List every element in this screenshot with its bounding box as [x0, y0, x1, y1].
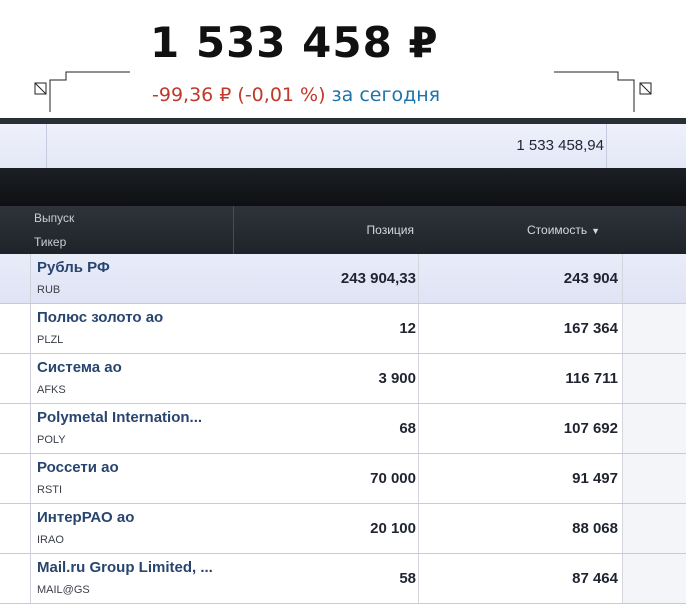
portfolio-summary: 1 533 458 ₽ -99,36 ₽ (-0,01 %) за сегодн… [0, 0, 686, 118]
row-divider [418, 504, 419, 553]
security-name[interactable]: Mail.ru Group Limited, ... [37, 559, 213, 576]
totals-row: 1 533 458,94 [0, 124, 686, 169]
row-divider [622, 404, 623, 453]
table-row[interactable]: Mail.ru Group Limited, ... MAIL@GS 58 87… [0, 554, 686, 604]
table-toolbar [0, 168, 686, 206]
security-value: 88 068 [572, 520, 618, 537]
security-value: 107 692 [563, 420, 618, 437]
totals-row-value: 1 533 458,94 [516, 137, 604, 154]
row-divider [418, 254, 419, 303]
decorative-corner-left-icon [34, 71, 130, 112]
row-divider [622, 254, 623, 303]
holdings-table: Рубль РФ RUB 243 904,33 243 904 Полюс зо… [0, 254, 686, 604]
security-name[interactable]: Россети ао [37, 459, 119, 476]
header-divider [233, 206, 234, 254]
security-position: 20 100 [370, 520, 416, 537]
table-row[interactable]: Polymetal Internation... POLY 68 107 692 [0, 404, 686, 454]
row-divider [622, 304, 623, 353]
column-header-value-label: Стоимость [527, 223, 588, 237]
table-row[interactable]: Рубль РФ RUB 243 904,33 243 904 [0, 254, 686, 304]
triangle-down-icon[interactable]: ▼ [591, 226, 600, 236]
decorative-corner-right-icon [554, 71, 652, 112]
security-ticker: POLY [37, 434, 66, 446]
row-lead-cell [0, 354, 31, 403]
row-divider [622, 554, 623, 603]
table-header: Выпуск Тикер Позиция Стоимость ▼ [0, 206, 686, 254]
totals-row-lead-cell [0, 124, 47, 168]
security-name[interactable]: Рубль РФ [37, 259, 110, 276]
security-position: 68 [399, 420, 416, 437]
security-value: 167 364 [563, 320, 618, 337]
row-divider [418, 454, 419, 503]
column-header-issue[interactable]: Выпуск [34, 211, 74, 225]
row-divider [418, 554, 419, 603]
row-trailing-cell [623, 354, 686, 403]
row-trailing-cell [623, 304, 686, 353]
row-trailing-cell [623, 504, 686, 553]
table-row[interactable]: Россети ао RSTI 70 000 91 497 [0, 454, 686, 504]
row-divider [418, 304, 419, 353]
row-divider [622, 454, 623, 503]
table-row[interactable]: Система ао AFKS 3 900 116 711 [0, 354, 686, 404]
row-divider [418, 354, 419, 403]
column-header-ticker[interactable]: Тикер [34, 235, 66, 249]
security-ticker: PLZL [37, 334, 64, 346]
security-value: 87 464 [572, 570, 618, 587]
table-row[interactable]: Полюс золото ао PLZL 12 167 364 [0, 304, 686, 354]
security-ticker: IRAO [37, 534, 64, 546]
row-trailing-cell [623, 554, 686, 603]
daily-change: -99,36 ₽ (-0,01 %) за сегодня [152, 84, 440, 106]
row-lead-cell [0, 504, 31, 553]
daily-change-amount: -99,36 ₽ (-0,01 %) [152, 84, 326, 106]
row-lead-cell [0, 254, 31, 303]
security-name[interactable]: Система ао [37, 359, 122, 376]
row-trailing-cell [623, 454, 686, 503]
security-ticker: MAIL@GS [37, 584, 90, 596]
security-ticker: RUB [37, 284, 61, 296]
security-value: 91 497 [572, 470, 618, 487]
row-divider [622, 504, 623, 553]
security-name[interactable]: Polymetal Internation... [37, 409, 202, 426]
daily-change-period: за сегодня [331, 84, 441, 106]
security-value: 116 711 [565, 370, 618, 387]
row-divider [418, 404, 419, 453]
row-trailing-cell [623, 404, 686, 453]
security-position: 243 904,33 [340, 270, 416, 287]
row-trailing-cell [623, 254, 686, 303]
column-header-position[interactable]: Позиция [367, 223, 414, 237]
totals-row-divider [606, 124, 607, 168]
row-lead-cell [0, 554, 31, 603]
column-header-value[interactable]: Стоимость ▼ [527, 223, 600, 237]
row-lead-cell [0, 404, 31, 453]
portfolio-total: 1 533 458 ₽ [150, 18, 439, 67]
table-row[interactable]: ИнтерРАО ао IRAO 20 100 88 068 [0, 504, 686, 554]
security-name[interactable]: ИнтерРАО ао [37, 509, 134, 526]
row-lead-cell [0, 304, 31, 353]
security-position: 12 [399, 320, 416, 337]
security-value: 243 904 [563, 270, 618, 287]
security-name[interactable]: Полюс золото ао [37, 309, 163, 326]
row-divider [622, 354, 623, 403]
security-position: 3 900 [378, 370, 416, 387]
security-ticker: AFKS [37, 384, 66, 396]
row-lead-cell [0, 454, 31, 503]
security-ticker: RSTI [37, 484, 63, 496]
security-position: 58 [399, 570, 416, 587]
security-position: 70 000 [370, 470, 416, 487]
